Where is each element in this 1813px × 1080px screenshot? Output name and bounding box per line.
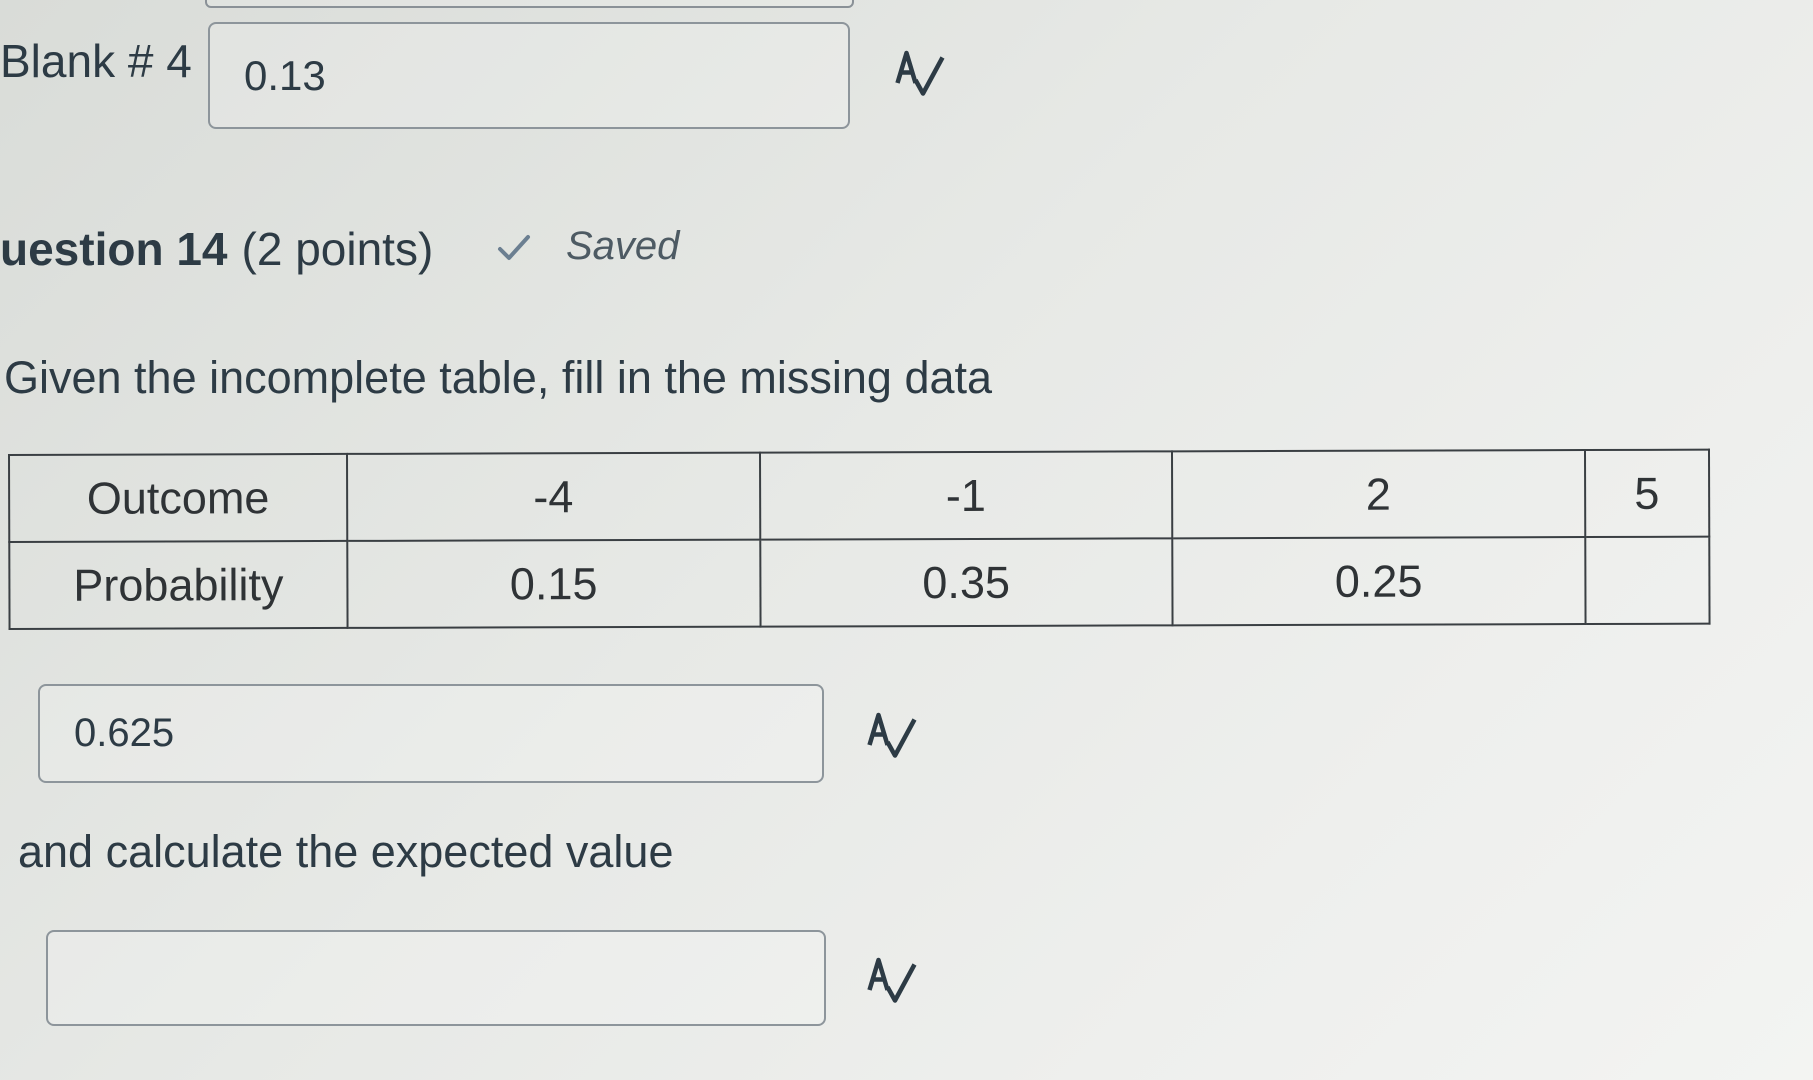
table-cell: 0.15 bbox=[347, 539, 761, 628]
table-cell: -4 bbox=[347, 452, 760, 541]
table-cell: 2 bbox=[1171, 450, 1585, 539]
spellcheck-icon[interactable] bbox=[862, 951, 922, 1011]
expected-value-prompt: and calculate the expected value bbox=[18, 826, 674, 877]
table-cell: Outcome bbox=[9, 453, 348, 542]
blank-4-label: Blank # 4 bbox=[0, 35, 192, 87]
probability-answer-value: 0.625 bbox=[74, 711, 175, 755]
previous-answer-box[interactable] bbox=[205, 0, 854, 8]
probability-table: Outcome -4 -1 2 5 Probability 0.15 0.35 … bbox=[8, 449, 1711, 630]
question-number: uestion 14 bbox=[0, 223, 228, 275]
table-cell: 0.35 bbox=[759, 538, 1173, 627]
probability-answer-input[interactable]: 0.625 bbox=[38, 684, 824, 783]
table-cell: 0.25 bbox=[1172, 537, 1586, 626]
blank-4-input[interactable]: 0.13 bbox=[208, 22, 850, 129]
blank-4-value: 0.13 bbox=[244, 51, 326, 99]
question-points: (2 points) bbox=[241, 223, 434, 275]
table-cell bbox=[1584, 536, 1710, 625]
table-row: Probability 0.15 0.35 0.25 bbox=[9, 536, 1710, 629]
checkmark-icon bbox=[498, 235, 530, 260]
table-cell: Probability bbox=[9, 540, 348, 629]
spellcheck-icon[interactable] bbox=[862, 706, 922, 766]
question-prompt: Given the incomplete table, fill in the … bbox=[4, 352, 993, 403]
question-header: uestion 14 (2 points) bbox=[0, 222, 433, 276]
table-cell: 5 bbox=[1584, 449, 1710, 538]
saved-status: Saved bbox=[566, 224, 680, 268]
table-cell: -1 bbox=[759, 451, 1173, 540]
table-row: Outcome -4 -1 2 5 bbox=[9, 449, 1710, 542]
expected-value-input[interactable] bbox=[46, 930, 826, 1026]
spellcheck-icon[interactable] bbox=[890, 44, 950, 104]
